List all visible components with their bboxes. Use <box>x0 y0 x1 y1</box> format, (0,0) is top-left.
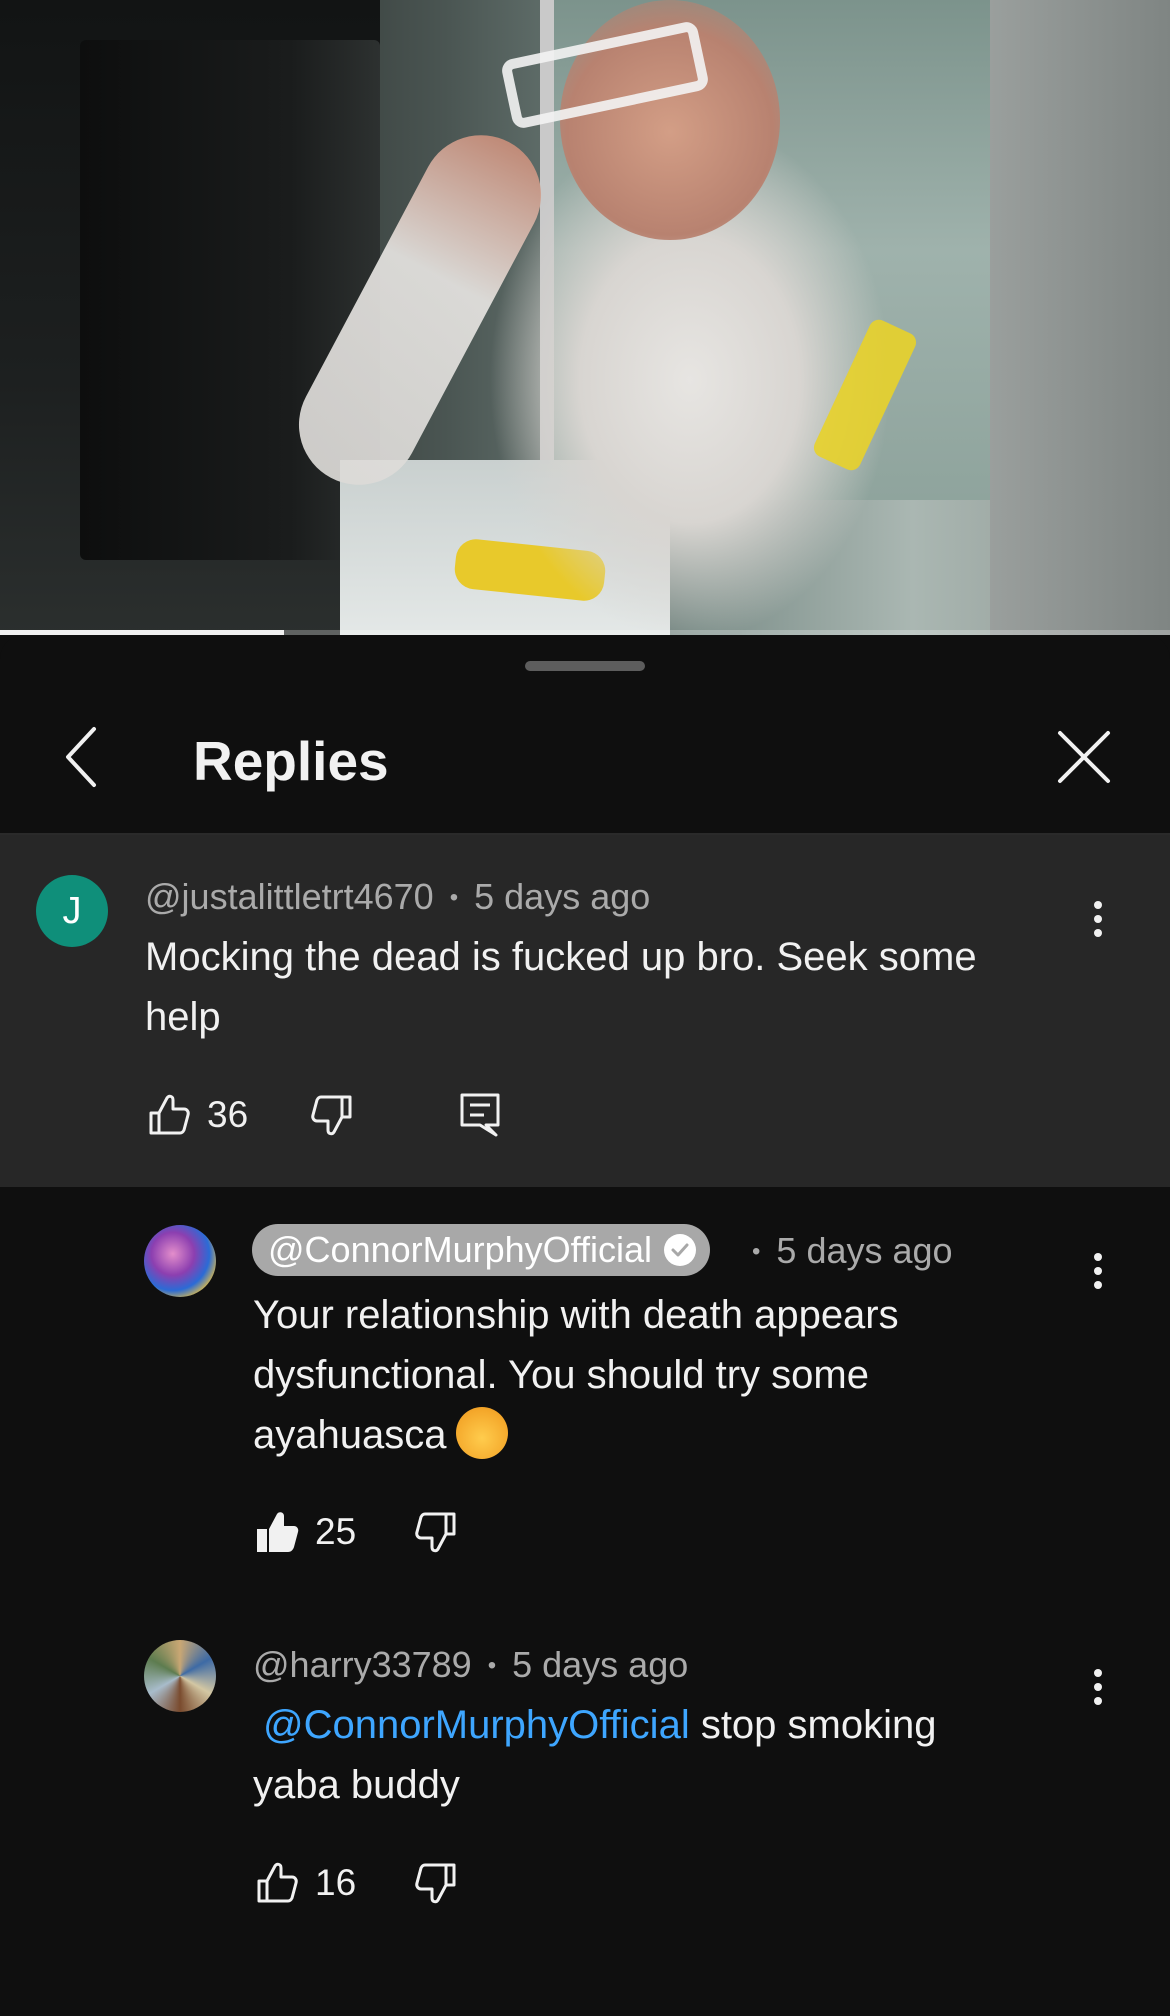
reply-button[interactable] <box>456 1087 504 1143</box>
parent-comment: J @justalittletrt4670 • 5 days ago Mocki… <box>0 835 1170 1187</box>
creator-author-badge[interactable]: @ConnorMurphyOfficial <box>252 1224 711 1276</box>
comment-text-line: Mocking the dead is fucked up bro. Seek … <box>145 935 977 979</box>
sheet-drag-handle[interactable] <box>525 661 645 671</box>
avatar[interactable]: J <box>36 875 108 947</box>
verified-check-icon <box>664 1234 697 1266</box>
thumbs-down-icon <box>311 1095 352 1136</box>
comment-text-line: @ConnorMurphyOfficial stop smoking <box>253 1695 1073 1755</box>
comment-text-fragment: ayahuasca <box>253 1413 447 1457</box>
comment-actions: 16 <box>253 1853 460 1913</box>
meta-separator: • <box>487 1652 497 1679</box>
comment-text: Your relationship with death appears dys… <box>253 1285 1073 1465</box>
close-button[interactable] <box>1052 725 1116 789</box>
comment-text-line: yaba buddy <box>253 1763 460 1807</box>
dislike-button[interactable] <box>412 1855 460 1911</box>
chevron-left-icon <box>66 727 96 787</box>
more-vertical-icon <box>1094 901 1102 937</box>
like-button[interactable] <box>145 1087 193 1143</box>
like-count: 25 <box>315 1511 357 1552</box>
like-count: 16 <box>315 1862 357 1903</box>
thumbs-down-icon <box>415 1512 456 1553</box>
avatar-letter: J <box>62 889 82 932</box>
thumbs-up-icon <box>149 1094 190 1135</box>
like-count: 36 <box>207 1094 249 1135</box>
meta-separator: • <box>449 884 459 911</box>
comment-actions: 25 <box>253 1502 460 1562</box>
close-icon <box>1058 731 1110 783</box>
comment-time: 5 days ago <box>512 1644 689 1685</box>
comment-text-line: Your relationship with death appears <box>253 1293 899 1337</box>
more-vertical-icon <box>1094 1253 1102 1289</box>
avatar[interactable] <box>144 1640 216 1712</box>
video-frame-fridge-door <box>80 40 380 560</box>
comment-text: Mocking the dead is fucked up bro. Seek … <box>145 927 1085 1047</box>
comment-text-fragment: stop smoking <box>689 1703 937 1747</box>
mention-link[interactable]: @ConnorMurphyOfficial <box>263 1703 690 1747</box>
comment-meta: @justalittletrt4670 • 5 days ago <box>145 875 650 924</box>
more-vertical-icon <box>1094 1669 1102 1705</box>
comment-time: 5 days ago <box>776 1230 953 1271</box>
comment-reply-icon <box>460 1093 500 1137</box>
like-button[interactable] <box>253 1504 301 1560</box>
comment-more-button[interactable] <box>1078 1241 1118 1301</box>
sheet-header: Replies <box>0 695 1170 833</box>
comment-author[interactable]: @harry33789 <box>253 1644 472 1685</box>
comment-more-button[interactable] <box>1078 1657 1118 1717</box>
thumbs-up-icon <box>257 1862 298 1903</box>
thumbs-up-filled-icon <box>257 1512 299 1552</box>
avatar[interactable] <box>144 1225 216 1297</box>
dislike-button[interactable] <box>308 1087 356 1143</box>
sheet-title: Replies <box>193 730 389 792</box>
comment-meta: • 5 days ago <box>752 1229 953 1278</box>
comment-meta: @harry33789 • 5 days ago <box>253 1643 688 1692</box>
back-button[interactable] <box>50 725 114 789</box>
comment-actions: 36 <box>145 1085 504 1145</box>
comment-author[interactable]: @justalittletrt4670 <box>145 876 434 917</box>
replies-sheet: Replies J @justalittletrt4670 • 5 days a… <box>0 635 1170 2016</box>
comment-text-line: ayahuasca <box>253 1405 1073 1465</box>
thumbs-down-icon <box>415 1863 456 1904</box>
like-button[interactable] <box>253 1855 301 1911</box>
comment-text-line: help <box>145 995 221 1039</box>
meta-separator: • <box>752 1238 761 1265</box>
comment-time: 5 days ago <box>474 876 651 917</box>
comment-text-line: dysfunctional. You should try some <box>253 1353 869 1397</box>
comment-author: @ConnorMurphyOfficial <box>268 1229 653 1270</box>
exploding-head-emoji <box>456 1407 509 1460</box>
video-player[interactable] <box>0 0 1170 635</box>
comment-text: @ConnorMurphyOfficial stop smoking yaba … <box>253 1695 1073 1815</box>
dislike-button[interactable] <box>412 1504 460 1560</box>
